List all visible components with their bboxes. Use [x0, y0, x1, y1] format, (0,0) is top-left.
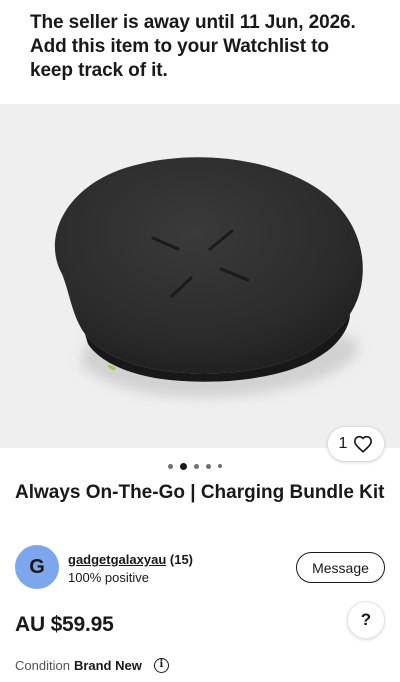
away-notice: The seller is away until 11 Jun, 2026. A…	[0, 0, 400, 104]
help-button[interactable]: ?	[347, 601, 385, 639]
seller-name-link[interactable]: gadgetgalaxyau	[68, 552, 166, 567]
watch-button[interactable]: 1	[327, 426, 385, 462]
item-condition: Condition Brand New i	[15, 656, 169, 674]
gallery-dot[interactable]	[218, 464, 222, 468]
gallery-dot[interactable]	[168, 463, 173, 469]
away-notice-line-3: keep track of it.	[30, 60, 168, 81]
help-icon: ?	[360, 610, 372, 629]
seller-positive-rating: 100% positive	[68, 570, 149, 585]
avatar-letter: G	[29, 555, 45, 578]
image-gallery[interactable]	[0, 104, 400, 448]
seller-info: gadgetgalaxyau (15)	[68, 552, 193, 567]
condition-value: Brand New	[73, 657, 142, 673]
gallery-dot[interactable]	[206, 463, 211, 469]
gallery-dot[interactable]	[194, 463, 199, 469]
product-image[interactable]	[0, 104, 400, 448]
message-button[interactable]: Message	[296, 552, 385, 583]
watch-count: 1	[338, 435, 348, 452]
gallery-pagination	[168, 460, 222, 472]
condition-label: Condition	[15, 657, 70, 673]
info-icon[interactable]: i	[153, 657, 169, 673]
away-notice-line-2: Add this item to your Watchlist to	[30, 36, 329, 57]
seller-avatar[interactable]: G	[15, 545, 59, 589]
away-notice-line-1: The seller is away until 11 Jun, 2026.	[30, 12, 356, 33]
item-price: AU $59.95	[15, 613, 114, 636]
seller-feedback-count: (15)	[169, 552, 194, 567]
heart-outline-icon	[354, 435, 373, 453]
gallery-dot-active[interactable]	[180, 462, 187, 470]
item-title: Always On-The-Go | Charging Bundle Kit	[15, 482, 385, 503]
